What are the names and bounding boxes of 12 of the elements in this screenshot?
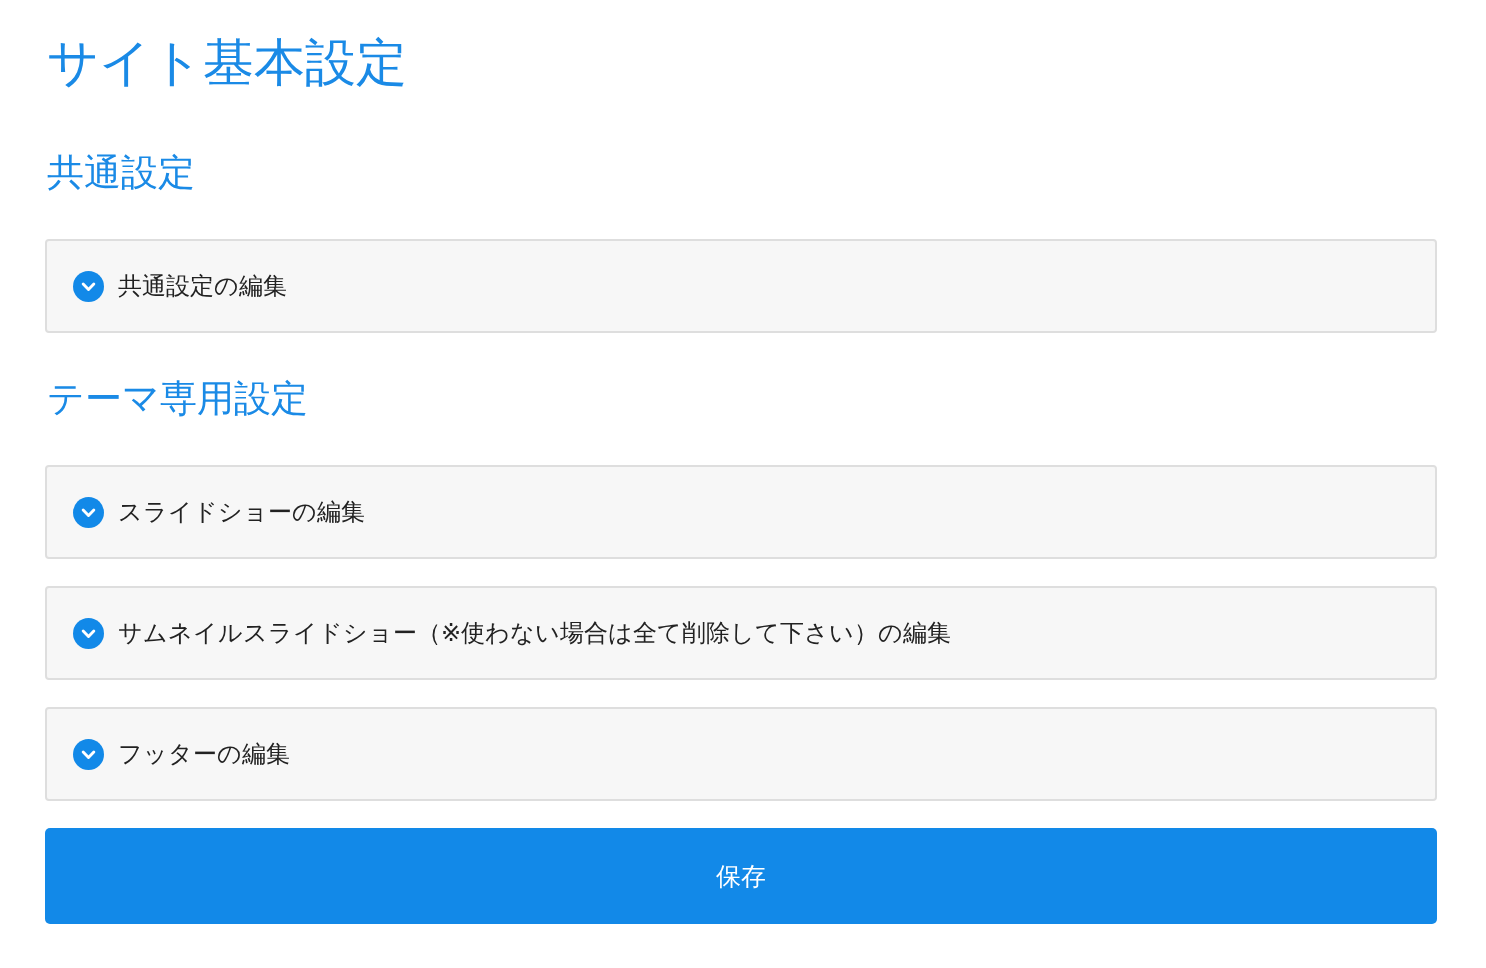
panel-title: スライドショーの編集: [118, 497, 365, 528]
accordion-panel[interactable]: 共通設定の編集: [45, 239, 1437, 333]
section-heading: テーマ専用設定: [47, 376, 308, 422]
accordion-panel[interactable]: サムネイルスライドショー（※使わない場合は全て削除して下さい）の編集: [45, 586, 1437, 680]
accordion-panel[interactable]: スライドショーの編集: [45, 465, 1437, 559]
save-button[interactable]: 保存: [45, 828, 1437, 924]
section-heading: 共通設定: [47, 150, 195, 196]
accordion-panel[interactable]: フッターの編集: [45, 707, 1437, 801]
panel-title: 共通設定の編集: [118, 271, 287, 302]
panel-title: サムネイルスライドショー（※使わない場合は全て削除して下さい）の編集: [118, 618, 952, 649]
page-title: サイト基本設定: [47, 32, 407, 94]
panel-title: フッターの編集: [118, 739, 290, 770]
